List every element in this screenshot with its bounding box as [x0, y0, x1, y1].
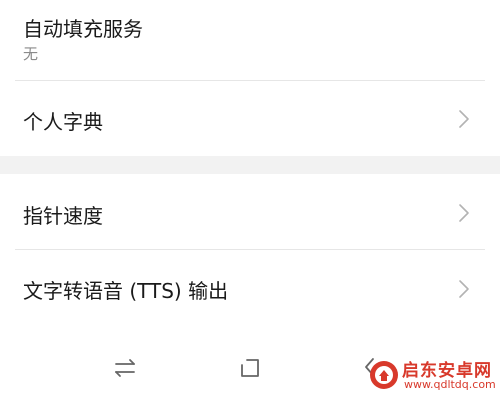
chevron-right-icon — [459, 110, 469, 128]
tts-output-row[interactable]: 文字转语音 (TTS) 输出 — [0, 250, 500, 329]
recents-icon[interactable] — [110, 353, 140, 383]
pointer-speed-label: 指针速度 — [23, 204, 103, 228]
settings-group-top: 自动填充服务 无 个人字典 — [0, 0, 500, 156]
autofill-service-row[interactable]: 自动填充服务 无 — [0, 0, 500, 80]
autofill-service-value: 无 — [23, 45, 39, 63]
site-watermark: 启东安卓网 www.qdltdq.com — [366, 355, 496, 395]
watermark-logo-icon — [370, 361, 398, 389]
tts-output-label: 文字转语音 (TTS) 输出 — [23, 279, 229, 303]
autofill-service-label: 自动填充服务 — [23, 17, 143, 41]
personal-dictionary-label: 个人字典 — [23, 110, 103, 134]
home-icon[interactable] — [235, 353, 265, 383]
section-separator — [0, 156, 500, 174]
settings-group-bottom: 指针速度 文字转语音 (TTS) 输出 — [0, 174, 500, 329]
watermark-url: www.qdltdq.com — [404, 378, 496, 391]
personal-dictionary-row[interactable]: 个人字典 — [0, 81, 500, 156]
chevron-right-icon — [459, 280, 469, 298]
chevron-right-icon — [459, 204, 469, 222]
pointer-speed-row[interactable]: 指针速度 — [0, 174, 500, 249]
